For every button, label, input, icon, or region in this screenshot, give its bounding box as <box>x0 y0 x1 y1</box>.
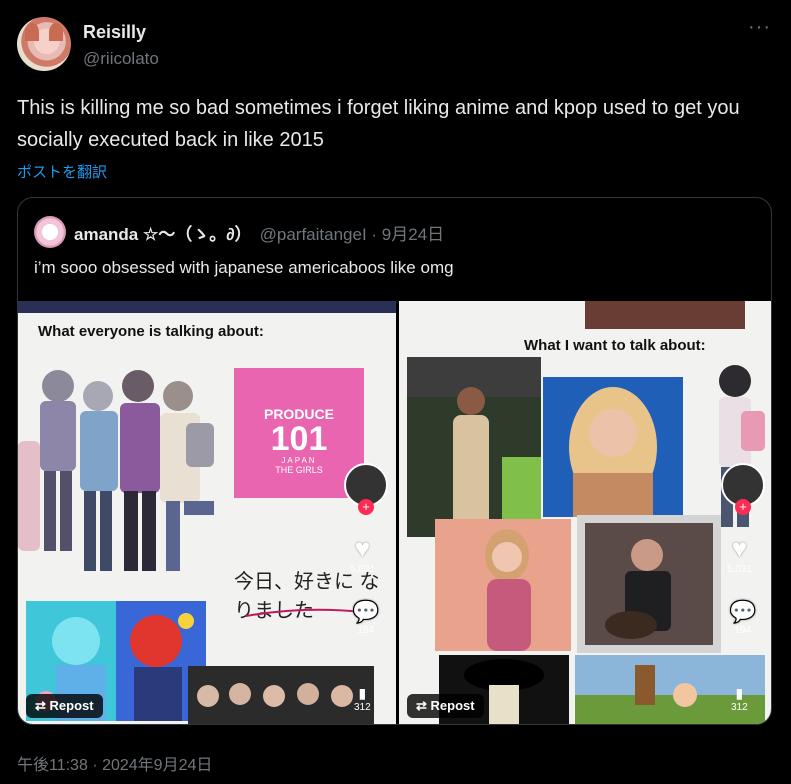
group-photo <box>188 666 374 724</box>
left-comment-button[interactable]: 💬 194 <box>352 599 379 636</box>
right-repost-button[interactable]: ⇄ Repost <box>407 694 484 718</box>
quote-avatar <box>34 216 66 248</box>
left-save-button[interactable]: ▮ 312 <box>354 685 371 713</box>
top-photo-strip <box>585 301 745 329</box>
top-strip <box>18 301 396 313</box>
illustration-group <box>18 370 214 571</box>
left-comment-count: 194 <box>357 625 375 636</box>
quoted-tweet[interactable]: amanda ☆〜（ゝ。∂） @parfaitangeI · 9月24日 i’m… <box>17 197 772 725</box>
blonde-portrait <box>543 377 683 517</box>
right-comment-button[interactable]: 💬 194 <box>729 599 756 636</box>
author-name[interactable]: Reisilly <box>83 22 159 43</box>
author-avatar[interactable] <box>17 17 71 71</box>
red-carpet-photo <box>407 357 541 537</box>
right-heading: What I want to talk about: <box>524 337 706 354</box>
bookmark-icon: ▮ <box>735 685 744 701</box>
repost-icon: ⇄ <box>35 698 46 713</box>
left-save-count: 312 <box>354 702 371 713</box>
right-like-button[interactable]: ♥ 5,031 <box>727 533 752 575</box>
right-profile-icon[interactable]: + <box>721 463 765 515</box>
quote-text: i’m sooo obsessed with japanese americab… <box>34 258 454 277</box>
author-block: Reisilly @riicolato <box>83 22 159 69</box>
underline-stroke <box>245 608 363 617</box>
guitar-photo <box>577 515 721 653</box>
heart-icon: ♥ <box>731 533 748 563</box>
follow-plus-icon[interactable]: + <box>358 499 374 515</box>
left-profile-icon[interactable]: + <box>344 463 388 515</box>
media-right[interactable]: What I want to talk about: + ♥ 5,031 💬 1… <box>399 301 771 724</box>
tweet-text: This is killing me so bad sometimes i fo… <box>17 97 740 151</box>
pink-sequin-photo <box>435 519 571 651</box>
tweet-timestamp[interactable]: 午後11:38 · 2024年9月24日 <box>17 751 212 775</box>
right-like-count: 5,031 <box>727 564 753 575</box>
quote-header: amanda ☆〜（ゝ。∂） @parfaitangeI · 9月24日 <box>34 216 444 248</box>
author-handle[interactable]: @riicolato <box>83 49 159 69</box>
right-save-button[interactable]: ▮ 312 <box>731 685 748 713</box>
media-left[interactable]: What everyone is talking about: PRODUCE … <box>18 301 399 724</box>
quote-media[interactable]: What everyone is talking about: PRODUCE … <box>18 301 771 724</box>
quote-name: amanda ☆〜（ゝ。∂） <box>74 224 252 244</box>
left-repost-button[interactable]: ⇄ Repost <box>26 694 103 718</box>
comment-icon: 💬 <box>729 599 757 624</box>
right-comment-count: 194 <box>734 625 752 636</box>
follow-plus-icon[interactable]: + <box>735 499 751 515</box>
heart-icon: ♥ <box>354 533 371 563</box>
right-save-count: 312 <box>731 702 748 713</box>
left-heading: What everyone is talking about: <box>38 323 264 340</box>
translate-link[interactable]: ポストを翻訳 <box>17 161 107 182</box>
more-horizontal-icon[interactable]: ··· <box>748 16 771 39</box>
quote-handle: @parfaitangeI · 9月24日 <box>259 224 445 244</box>
repost-icon: ⇄ <box>416 698 427 713</box>
bookmark-icon: ▮ <box>358 685 367 701</box>
comment-icon: 💬 <box>352 599 380 624</box>
